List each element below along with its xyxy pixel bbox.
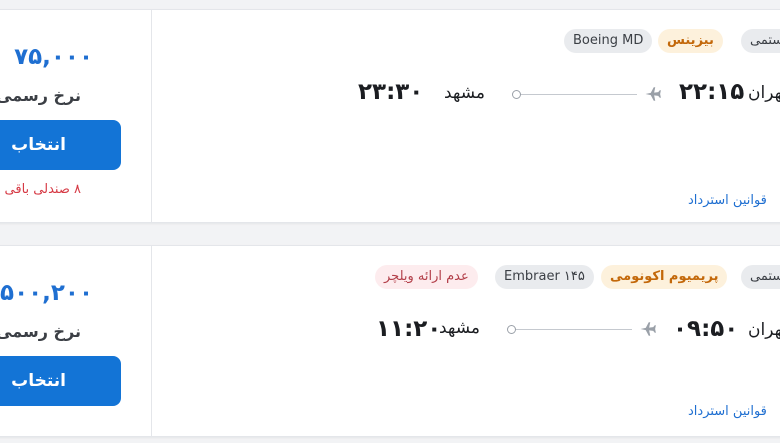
aircraft-badge: Embraer ۱۴۵ — [495, 265, 594, 289]
price: ۷۵,۰۰۰ — [14, 44, 93, 70]
flight-card: ۷۵,۰۰۰ نرخ رسمی انتخاب ۸ صندلی باقی ماند… — [0, 9, 780, 223]
airplane-icon — [645, 87, 661, 101]
cabin-class-badge: پریمیوم اکونومی — [601, 265, 728, 289]
card-divider — [151, 246, 152, 436]
destination-city: مشهد — [439, 318, 481, 338]
cabin-class-badge: بیزینس — [658, 29, 723, 53]
wheelchair-badge: عدم ارائه ویلچر — [375, 265, 478, 289]
select-flight-button[interactable]: انتخاب — [0, 120, 121, 170]
departure-time: ۰۹:۵۰ — [673, 316, 739, 342]
price-label: نرخ رسمی — [0, 322, 81, 341]
refund-rules-link[interactable]: قوانین استرداد — [688, 404, 767, 419]
flight-type-badge: سیستمی — [741, 29, 780, 53]
arrival-time: ۲۳:۳۰ — [358, 79, 424, 105]
airplane-icon — [640, 322, 656, 336]
route-line — [517, 94, 637, 95]
seats-remaining: ۸ صندلی باقی مانده — [0, 182, 81, 197]
price: ۵۰۰,۲۰۰ — [0, 280, 93, 306]
price-label: نرخ رسمی — [0, 86, 81, 105]
refund-rules-link[interactable]: قوانین استرداد — [688, 193, 767, 208]
aircraft-badge: Boeing MD — [564, 29, 653, 53]
arrival-time: ۱۱:۲۰ — [376, 316, 442, 342]
destination-city: مشهد — [444, 83, 486, 103]
destination-dot — [507, 325, 516, 334]
flight-type-badge: سیستمی — [741, 265, 780, 289]
departure-time: ۲۲:۱۵ — [679, 79, 745, 105]
origin-city: تهران — [748, 320, 780, 340]
card-divider — [151, 10, 152, 222]
flight-card: ۵۰۰,۲۰۰ نرخ رسمی انتخاب سیستمی پریمیوم ا… — [0, 245, 780, 437]
destination-dot — [512, 90, 521, 99]
select-flight-button[interactable]: انتخاب — [0, 356, 121, 406]
route-line — [512, 329, 632, 330]
origin-city: تهران — [748, 83, 780, 103]
